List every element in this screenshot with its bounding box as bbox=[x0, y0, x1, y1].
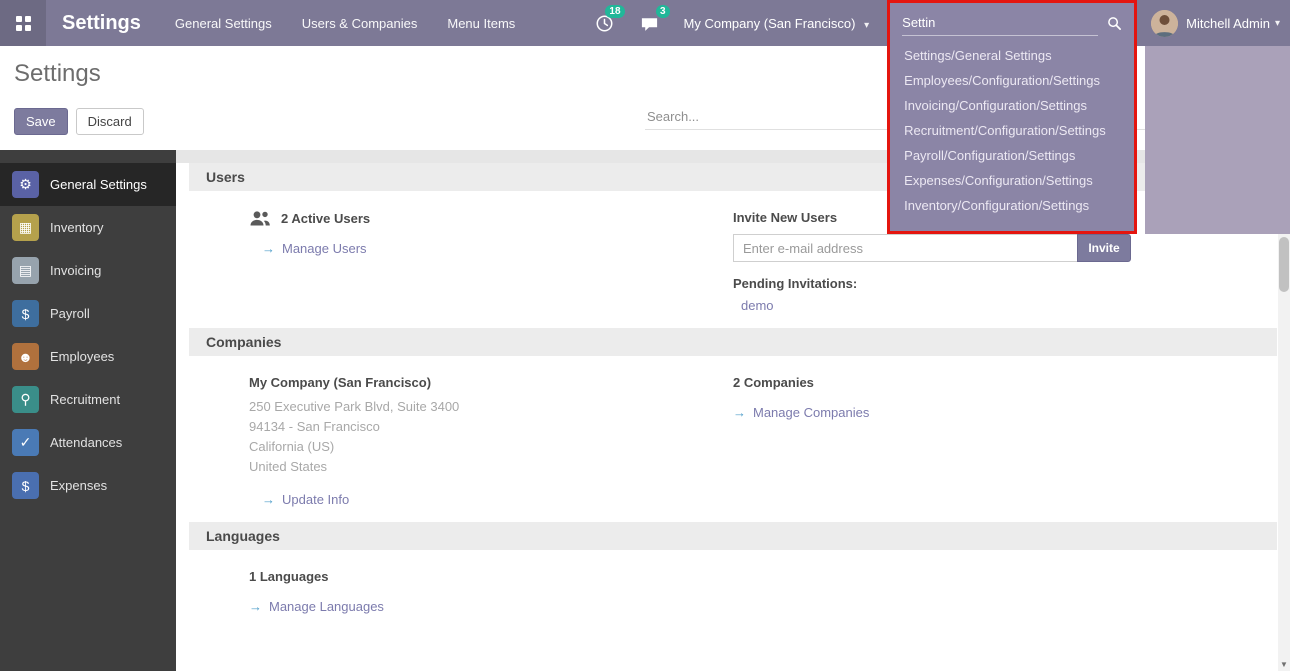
menu-search-systray: Settings/General Settings Employees/Conf… bbox=[887, 0, 1137, 46]
activities-button[interactable]: 18 bbox=[582, 0, 627, 46]
discard-button[interactable]: Discard bbox=[76, 108, 144, 135]
sidebar-item-recruitment[interactable]: ⚲ Recruitment bbox=[0, 378, 176, 421]
arrow-right-icon: → bbox=[262, 492, 275, 507]
menu-search-results: Settings/General Settings Employees/Conf… bbox=[890, 43, 1134, 224]
pending-invitations-label: Pending Invitations: bbox=[733, 276, 1277, 291]
sidebar-item-general-settings[interactable]: ⚙ General Settings bbox=[0, 163, 176, 206]
nav-menu-users-companies[interactable]: Users & Companies bbox=[302, 16, 418, 31]
arrow-right-icon: → bbox=[733, 405, 746, 420]
sidebar-item-attendances[interactable]: ✓ Attendances bbox=[0, 421, 176, 464]
invite-input-group: Invite bbox=[733, 234, 1131, 262]
user-menu[interactable]: Mitchell Admin ▾ bbox=[1151, 10, 1280, 37]
sidebar-item-inventory[interactable]: ▦ Inventory bbox=[0, 206, 176, 249]
payroll-icon: $ bbox=[12, 300, 39, 327]
company-switcher[interactable]: My Company (San Francisco) ▾ bbox=[684, 16, 870, 31]
attendances-icon: ✓ bbox=[12, 429, 39, 456]
active-users-count: 2 Active Users bbox=[281, 211, 370, 226]
manage-companies-link[interactable]: →Manage Companies bbox=[733, 405, 1277, 420]
manage-languages-link[interactable]: →Manage Languages bbox=[249, 599, 733, 614]
activities-badge: 18 bbox=[605, 5, 624, 18]
chat-icon bbox=[640, 14, 659, 33]
menu-search-input[interactable] bbox=[902, 12, 1098, 36]
apps-menu-button[interactable] bbox=[0, 0, 46, 46]
search-icon bbox=[1107, 16, 1122, 34]
invite-email-input[interactable] bbox=[733, 234, 1077, 262]
manage-users-link[interactable]: →Manage Users bbox=[262, 241, 733, 256]
section-header-languages: Languages bbox=[189, 522, 1277, 550]
systray: 18 3 My Company (San Francisco) ▾ bbox=[582, 0, 1290, 46]
user-name: Mitchell Admin bbox=[1186, 16, 1270, 31]
expenses-icon: $ bbox=[12, 472, 39, 499]
menu-search-result[interactable]: Expenses/Configuration/Settings bbox=[890, 168, 1134, 193]
sidebar-item-payroll[interactable]: $ Payroll bbox=[0, 292, 176, 335]
invite-button[interactable]: Invite bbox=[1077, 234, 1131, 262]
active-users-row: 2 Active Users bbox=[249, 210, 733, 226]
menu-search-result[interactable]: Employees/Configuration/Settings bbox=[890, 68, 1134, 93]
gear-icon: ⚙ bbox=[12, 171, 39, 198]
dropdown-overlay-shade bbox=[1145, 46, 1290, 234]
messages-button[interactable]: 3 bbox=[627, 0, 672, 46]
company-address: 250 Executive Park Blvd, Suite 3400 9413… bbox=[249, 397, 733, 477]
caret-down-icon: ▾ bbox=[1275, 18, 1280, 29]
top-navbar: Settings General Settings Users & Compan… bbox=[0, 0, 1290, 46]
pending-invitation-demo[interactable]: demo bbox=[741, 298, 1277, 313]
sidebar-item-invoicing[interactable]: ▤ Invoicing bbox=[0, 249, 176, 292]
sidebar-item-employees[interactable]: ☻ Employees bbox=[0, 335, 176, 378]
invoicing-icon: ▤ bbox=[12, 257, 39, 284]
inventory-icon: ▦ bbox=[12, 214, 39, 241]
arrow-right-icon: → bbox=[262, 241, 275, 256]
company-name: My Company (San Francisco) bbox=[249, 375, 733, 390]
app-title: Settings bbox=[62, 12, 141, 35]
companies-count: 2 Companies bbox=[733, 375, 1277, 390]
employees-icon: ☻ bbox=[12, 343, 39, 370]
menu-search-result[interactable]: Settings/General Settings bbox=[890, 43, 1134, 68]
menu-search-dropdown: Settings/General Settings Employees/Conf… bbox=[887, 0, 1137, 234]
apps-grid-icon bbox=[16, 16, 31, 31]
scrollbar-down-arrow[interactable]: ▼ bbox=[1278, 660, 1290, 669]
scrollbar-thumb[interactable] bbox=[1279, 237, 1289, 292]
arrow-right-icon: → bbox=[249, 599, 262, 614]
vertical-scrollbar: ▼ bbox=[1278, 234, 1290, 671]
settings-sidebar: ⚙ General Settings ▦ Inventory ▤ Invoici… bbox=[0, 150, 176, 671]
section-languages: 1 Languages →Manage Languages bbox=[189, 550, 1277, 629]
recruitment-icon: ⚲ bbox=[12, 386, 39, 413]
save-button[interactable]: Save bbox=[14, 108, 68, 135]
menu-search-result[interactable]: Invoicing/Configuration/Settings bbox=[890, 93, 1134, 118]
page-title: Settings bbox=[14, 60, 101, 88]
nav-menu-menu-items[interactable]: Menu Items bbox=[447, 16, 515, 31]
menu-search-result[interactable]: Payroll/Configuration/Settings bbox=[890, 143, 1134, 168]
menu-search-result[interactable]: Inventory/Configuration/Settings bbox=[890, 193, 1134, 218]
caret-down-icon: ▾ bbox=[864, 20, 869, 31]
nav-menu-general-settings[interactable]: General Settings bbox=[175, 16, 272, 31]
sidebar-item-expenses[interactable]: $ Expenses bbox=[0, 464, 176, 507]
menu-search-result[interactable]: Recruitment/Configuration/Settings bbox=[890, 118, 1134, 143]
messages-badge: 3 bbox=[656, 5, 670, 18]
section-header-companies: Companies bbox=[189, 328, 1277, 356]
update-info-link[interactable]: →Update Info bbox=[262, 492, 733, 507]
control-panel-buttons: Save Discard bbox=[14, 108, 144, 135]
avatar bbox=[1151, 10, 1178, 37]
languages-count: 1 Languages bbox=[249, 569, 733, 584]
users-group-icon bbox=[249, 210, 271, 226]
section-companies: My Company (San Francisco) 250 Executive… bbox=[189, 356, 1277, 522]
